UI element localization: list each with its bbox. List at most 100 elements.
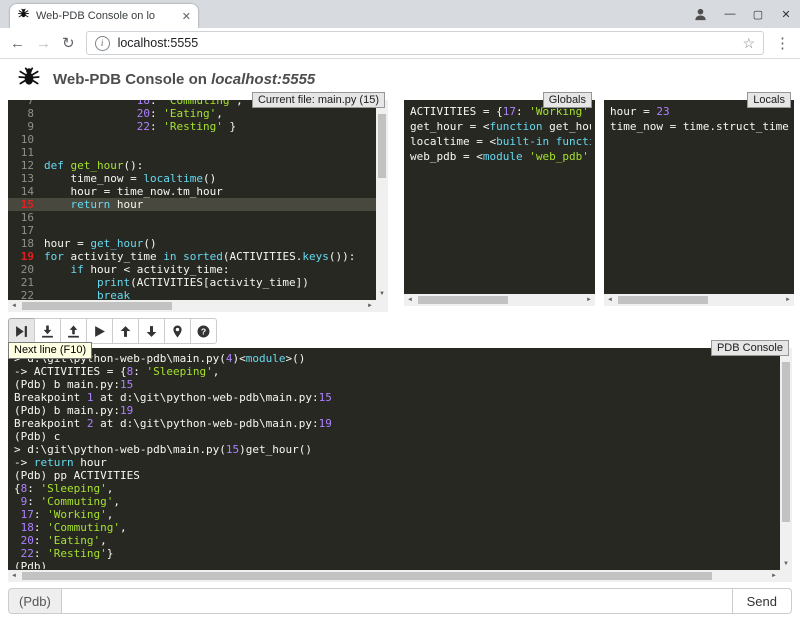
code-line: 21 print(ACTIVITIES[activity_time]) xyxy=(8,276,376,289)
send-button[interactable]: Send xyxy=(733,588,792,614)
current-code-line: 15 return hour xyxy=(8,198,376,211)
browser-window: Web-PDB Console on lo ✕ — ▢ ✕ ← → ↻ i lo… xyxy=(0,0,800,620)
stack-down-button[interactable] xyxy=(138,318,165,344)
bug-favicon-icon xyxy=(17,7,30,25)
scrollbar-corner xyxy=(780,570,792,582)
pdb-console-panel: PDB Console > d:\git\python-web-pdb\main… xyxy=(8,348,792,582)
where-button[interactable] xyxy=(164,318,191,344)
vertical-scrollbar[interactable]: ▲ ▼ xyxy=(376,100,388,300)
browser-menu-icon[interactable]: ⋮ xyxy=(775,34,790,52)
stack-up-button[interactable] xyxy=(112,318,139,344)
return-button[interactable] xyxy=(60,318,87,344)
window-controls: — ▢ ✕ xyxy=(716,0,800,28)
code-text: break xyxy=(44,289,130,300)
current-file-panel: Current file: main.py (15) 7 18: 'Commut… xyxy=(8,100,388,312)
arrow-up-icon xyxy=(119,325,132,338)
url-text[interactable]: localhost:5555 xyxy=(118,36,735,50)
line-number: 11 xyxy=(8,146,44,159)
global-variable-line: localtime = <built-in function loc xyxy=(410,134,591,149)
code-text: 22: 'Resting' } xyxy=(44,120,236,133)
scrollbar-thumb[interactable] xyxy=(22,572,712,580)
scroll-left-arrow[interactable]: ◄ xyxy=(8,570,20,582)
tab-close-icon[interactable]: ✕ xyxy=(182,10,191,23)
profile-avatar-icon[interactable] xyxy=(688,5,712,23)
code-line: 19for activity_time in sorted(ACTIVITIES… xyxy=(8,250,376,263)
code-line: 14 hour = time_now.tm_hour xyxy=(8,185,376,198)
code-text: if hour < activity_time: xyxy=(44,263,229,276)
browser-tab[interactable]: Web-PDB Console on lo ✕ xyxy=(10,4,198,28)
bookmark-star-icon[interactable]: ☆ xyxy=(742,35,755,52)
code-line: 16 xyxy=(8,211,376,224)
scroll-left-arrow[interactable]: ◄ xyxy=(404,294,416,306)
scrollbar-thumb[interactable] xyxy=(418,296,508,304)
horizontal-scrollbar[interactable]: ◄ ► xyxy=(604,294,794,306)
console-line: (Pdb) xyxy=(14,560,778,569)
breakpoint-line-number: 15 xyxy=(8,198,44,211)
help-button[interactable]: ? xyxy=(190,318,217,344)
scroll-left-arrow[interactable]: ◄ xyxy=(604,294,616,306)
page-title: Web-PDB Console on localhost:5555 xyxy=(53,71,315,88)
scroll-right-arrow[interactable]: ► xyxy=(768,570,780,582)
step-into-button[interactable] xyxy=(34,318,61,344)
code-text: time_now = localtime() xyxy=(44,172,216,185)
console-line: {8: 'Sleeping', xyxy=(14,482,778,495)
reload-button[interactable]: ↻ xyxy=(62,36,75,51)
code-line: 9 22: 'Resting' } xyxy=(8,120,376,133)
scrollbar-thumb[interactable] xyxy=(22,302,172,310)
scrollbar-thumb[interactable] xyxy=(378,114,386,178)
horizontal-scrollbar[interactable]: ◄ ► xyxy=(8,570,780,582)
line-number: 8 xyxy=(8,107,44,120)
url-bar[interactable]: i localhost:5555 ☆ xyxy=(86,31,764,55)
scroll-left-arrow[interactable]: ◄ xyxy=(8,300,20,312)
scroll-right-arrow[interactable]: ► xyxy=(782,294,794,306)
forward-button[interactable]: → xyxy=(36,36,51,51)
tooltip: Next line (F10) xyxy=(8,342,92,359)
local-variable-line: time_now = time.struct_time(tm_yea xyxy=(610,119,790,134)
next-line-button[interactable] xyxy=(8,318,35,344)
globals-list: ACTIVITIES = {17: 'Working', 18: get_hou… xyxy=(410,104,591,293)
console-line: 9: 'Commuting', xyxy=(14,495,778,508)
console-line: > d:\git\python-web-pdb\main.py(4)<modul… xyxy=(14,352,778,365)
maximize-button[interactable]: ▢ xyxy=(744,0,772,28)
tab-title: Web-PDB Console on lo xyxy=(36,10,176,22)
horizontal-scrollbar[interactable]: ◄ ► xyxy=(404,294,595,306)
code-text: for activity_time in sorted(ACTIVITIES.k… xyxy=(44,250,355,263)
minimize-button[interactable]: — xyxy=(716,0,744,28)
scroll-down-arrow[interactable]: ▼ xyxy=(376,288,388,300)
code-text: return hour xyxy=(44,198,143,211)
horizontal-scrollbar[interactable]: ◄ ► xyxy=(8,300,376,312)
close-button[interactable]: ✕ xyxy=(772,0,800,28)
console-line: 17: 'Working', xyxy=(14,508,778,521)
scroll-right-arrow[interactable]: ► xyxy=(364,300,376,312)
scroll-right-arrow[interactable]: ► xyxy=(583,294,595,306)
code-line: 17 xyxy=(8,224,376,237)
line-number: 20 xyxy=(8,263,44,276)
line-number: 9 xyxy=(8,120,44,133)
line-number: 16 xyxy=(8,211,44,224)
line-number: 22 xyxy=(8,289,44,300)
line-number: 12 xyxy=(8,159,44,172)
code-text: print(ACTIVITIES[activity_time]) xyxy=(44,276,309,289)
globals-label: Globals xyxy=(543,92,592,108)
browser-navbar: ← → ↻ i localhost:5555 ☆ ⋮ xyxy=(0,28,800,59)
site-info-icon[interactable]: i xyxy=(95,36,110,51)
page-title-prefix: Web-PDB Console on xyxy=(53,71,211,88)
code-line: 13 time_now = localtime() xyxy=(8,172,376,185)
step-out-icon xyxy=(67,325,80,338)
scrollbar-thumb[interactable] xyxy=(782,362,790,522)
question-icon: ? xyxy=(197,325,210,338)
code-line: 8 20: 'Eating', xyxy=(8,107,376,120)
scrollbar-thumb[interactable] xyxy=(618,296,708,304)
console-line: -> ACTIVITIES = {8: 'Sleeping', xyxy=(14,365,778,378)
debug-toolbar: ? xyxy=(8,318,217,344)
pdb-command-input[interactable] xyxy=(61,588,733,614)
vertical-scrollbar[interactable]: ▲ ▼ xyxy=(780,348,792,570)
console-line: 22: 'Resting'} xyxy=(14,547,778,560)
back-button[interactable]: ← xyxy=(10,36,25,51)
line-number: 10 xyxy=(8,133,44,146)
page-header: Web-PDB Console on localhost:5555 xyxy=(16,64,315,95)
global-variable-line: web_pdb = <module 'web_pdb' from ' xyxy=(410,149,591,164)
continue-button[interactable] xyxy=(86,318,113,344)
browser-titlebar: Web-PDB Console on lo ✕ — ▢ ✕ xyxy=(0,0,800,28)
scroll-down-arrow[interactable]: ▼ xyxy=(780,558,792,570)
